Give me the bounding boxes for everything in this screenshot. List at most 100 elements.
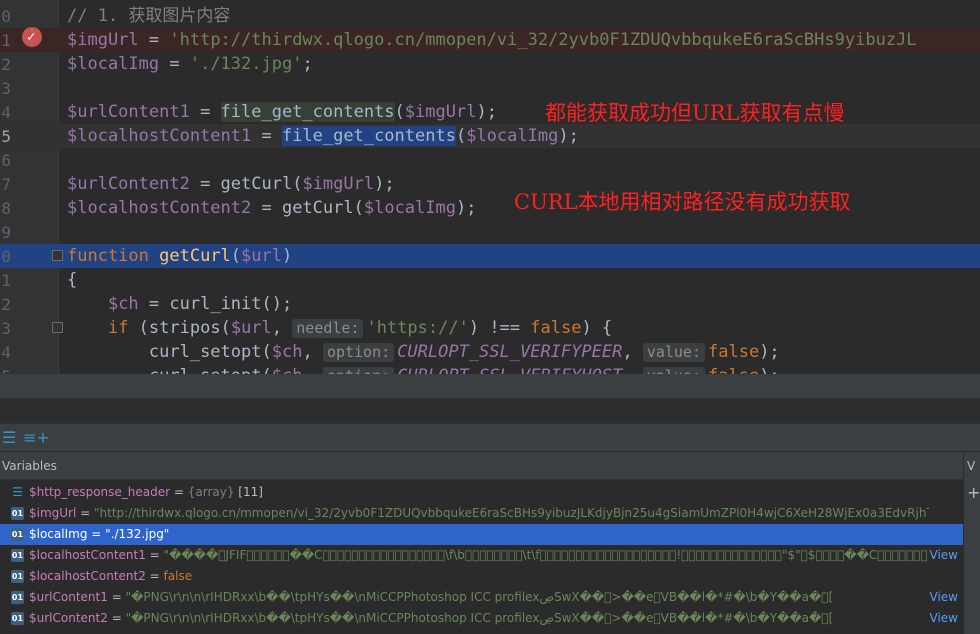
view-link[interactable]: View (927, 611, 958, 625)
code-function: file_get_contents (221, 102, 395, 122)
code-function: curl_setopt (149, 366, 262, 374)
code-var: $localhostContent2 (67, 198, 251, 218)
line-number: 4 (0, 103, 11, 122)
code-var: $urlContent2 (67, 174, 190, 194)
string-variable-icon: 01 (11, 528, 24, 541)
variables-list[interactable]: ☰ $http_response_header = {array} [11] 0… (0, 481, 963, 634)
watches-tab-title[interactable]: V (967, 459, 975, 473)
code-keyword: false (530, 318, 581, 338)
frames-list-icon[interactable]: ☰ (2, 428, 16, 447)
line-number: 9 (0, 223, 11, 242)
string-variable-icon: 01 (11, 612, 24, 625)
param-hint: value: (643, 367, 705, 374)
code-line[interactable]: 9 (0, 220, 980, 244)
view-link[interactable]: View (927, 548, 958, 562)
code-line[interactable]: 2 $ch = curl_init(); (0, 292, 980, 316)
line-number: 6 (0, 151, 11, 170)
code-var: $localhostContent1 (67, 126, 251, 146)
code-var: $url (241, 246, 282, 266)
line-number: 8 (0, 199, 11, 218)
code-string: 'https://' (366, 318, 468, 338)
panel-splitter[interactable] (0, 398, 980, 424)
line-number: 3 (0, 319, 11, 338)
string-variable-icon: 01 (11, 507, 24, 520)
add-watch-icon[interactable]: ≡+ (23, 428, 50, 447)
code-var: $localImg (67, 54, 159, 74)
variable-value: "./132.jpg" (105, 527, 169, 541)
code-keyword: false (708, 342, 759, 362)
variable-value: "���� JFIF   ��C \f\b… (164, 548, 929, 562)
code-keyword: if (108, 318, 128, 338)
variable-name: $localImg (29, 527, 87, 541)
variables-tab-title[interactable]: Variables (2, 459, 57, 473)
code-comment: // 1. 获取图片内容 (67, 6, 230, 26)
param-hint: option: (323, 343, 394, 362)
variable-row[interactable]: 01 $urlContent2 = "�PNG\r\n\n\rIHDRxx\b… (0, 608, 963, 629)
code-line[interactable]: 6 (0, 148, 980, 172)
line-number: 4 (0, 343, 11, 362)
code-var: $ch (272, 366, 303, 374)
code-function-name: getCurl (159, 246, 231, 266)
code-var: $ch (108, 294, 139, 314)
fold-icon[interactable] (52, 322, 63, 333)
string-variable-icon: 01 (11, 591, 24, 604)
code-line-selected[interactable]: 0 function getCurl($url) (0, 244, 980, 268)
code-line[interactable]: 2 $localImg = './132.jpg'; (0, 52, 980, 76)
string-variable-icon: 01 (11, 549, 24, 562)
line-number: 1 (0, 271, 11, 290)
code-constant: CURLOPT_SSL_VERIFYHOST (397, 366, 622, 374)
code-line[interactable]: 5 curl_setopt($ch, option:CURLOPT_SSL_VE… (0, 364, 980, 374)
variable-value: "�PNG\r\n\n\rIHDRxx\b   ��\tpHYs     �… (126, 611, 834, 625)
variable-row[interactable]: 01 $imgUrl = "http://thirdwx.qlogo.cn/mm… (0, 503, 963, 524)
code-line[interactable]: 3 if (stripos($url, needle:'https://') !… (0, 316, 980, 340)
variable-value: false (164, 569, 193, 583)
variable-value: "�PNG\r\n\n\rIHDRxx\b   ��\tpHYs     �… (126, 590, 834, 604)
watches-panel: V + (963, 452, 980, 634)
code-var: $localImg (364, 198, 456, 218)
variable-type: {array} (188, 485, 235, 499)
code-var: $imgUrl (67, 30, 139, 50)
variable-row[interactable]: ☰ $http_response_header = {array} [11] (0, 482, 963, 503)
param-hint: value: (643, 343, 705, 362)
variable-row[interactable]: 01 $localhostContent1 = "���� JFIF   … (0, 545, 963, 566)
line-number: 2 (0, 55, 11, 74)
code-var: $ch (272, 342, 303, 362)
line-number: 2 (0, 295, 11, 314)
code-keyword: function (67, 246, 149, 266)
code-line-current[interactable]: 5 $localhostContent1 = file_get_contents… (0, 124, 980, 148)
code-line[interactable]: 1 $imgUrl = 'http://thirdwx.qlogo.cn/mmo… (0, 28, 980, 52)
editor-footer-strip (0, 374, 980, 398)
code-editor[interactable]: 0 // 1. 获取图片内容 1 $imgUrl = 'http://third… (0, 0, 980, 374)
code-keyword: false (708, 366, 759, 374)
variable-value: [11] (234, 485, 262, 499)
fold-icon[interactable] (52, 250, 63, 261)
checkmark-icon: ✓ (27, 29, 35, 45)
variable-row[interactable]: 01 $urlContent1 = "�PNG\r\n\n\rIHDRxx\b… (0, 587, 963, 608)
variable-name: $localhostContent2 (29, 569, 146, 583)
code-line[interactable]: 4 curl_setopt($ch, option: CURLOPT_SSL_VE… (0, 340, 980, 364)
add-icon[interactable]: + (967, 483, 980, 502)
code-string: 'http://thirdwx.qlogo.cn/mmopen/vi_32/2y… (169, 30, 916, 50)
code-function: curl_init (169, 294, 261, 314)
code-function: curl_setopt (149, 342, 262, 362)
line-number: 5 (0, 367, 11, 374)
variable-row[interactable]: 01 $localhostContent2 = false (0, 566, 963, 587)
array-icon: ☰ (11, 486, 24, 499)
code-constant: CURLOPT_SSL_VERIFYPEER (397, 342, 622, 362)
code-function: stripos (149, 318, 221, 338)
code-line[interactable]: 0 // 1. 获取图片内容 (0, 4, 980, 28)
code-var: $urlContent1 (67, 102, 190, 122)
line-number: 0 (0, 247, 11, 266)
variable-row-selected[interactable]: 01 $localImg = "./132.jpg" (0, 524, 963, 545)
variable-name: $urlContent2 (29, 611, 108, 625)
code-var: $url (231, 318, 272, 338)
code-function: getCurl (221, 174, 293, 194)
variable-name: $urlContent1 (29, 590, 108, 604)
debug-toolbar: ☰ ≡+ (0, 424, 980, 452)
variable-name: $localhostContent1 (29, 548, 146, 562)
line-number: 7 (0, 175, 11, 194)
code-line[interactable]: 1 { (0, 268, 980, 292)
line-number: 1 (0, 31, 11, 50)
variable-name: $imgUrl (29, 506, 76, 520)
view-link[interactable]: View (927, 590, 958, 604)
